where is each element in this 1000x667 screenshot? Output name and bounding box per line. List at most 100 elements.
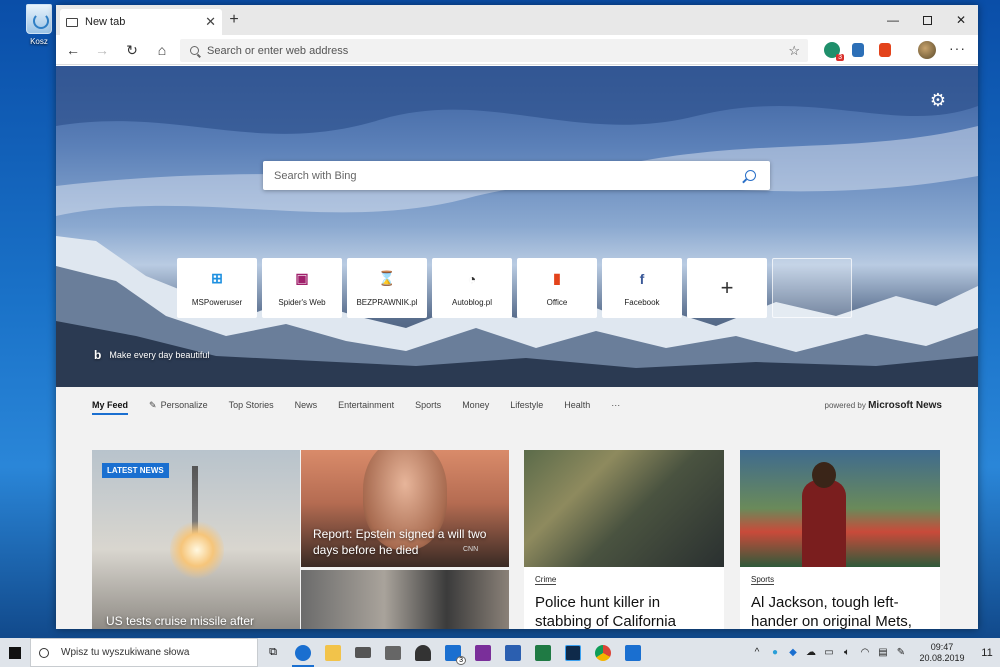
address-search-icon <box>190 46 199 55</box>
card-category[interactable]: Crime <box>535 575 557 585</box>
tab-entertainment[interactable]: Entertainment <box>338 400 394 410</box>
tab-news[interactable]: News <box>295 400 318 410</box>
taskbar-search-placeholder: Wpisz tu wyszukiwane słowa <box>61 647 190 658</box>
close-window-button[interactable]: ✕ <box>944 5 978 35</box>
minimize-button[interactable]: — <box>876 5 910 35</box>
card-title: Police hunt killer in stabbing of Califo… <box>535 594 676 629</box>
news-card-jackson[interactable]: Sports Al Jackson, tough left-hander on … <box>740 450 940 629</box>
tab-lifestyle[interactable]: Lifestyle <box>510 400 543 410</box>
tab-health[interactable]: Health <box>564 400 590 410</box>
maximize-button[interactable] <box>910 5 944 35</box>
chrome-icon[interactable] <box>588 638 618 667</box>
system-tray: ^ ● ◆ ☁ ▭ 🔈︎ ◠ ▤ ✎ 09:47 20.08.2019 11 <box>748 638 1000 667</box>
recycle-bin-icon[interactable]: Kosz <box>22 4 56 46</box>
pen-tray-icon[interactable]: ✎ <box>892 647 910 658</box>
grammarly-extension-icon[interactable]: 3 <box>824 42 844 61</box>
latest-news-badge: LATEST NEWS <box>102 463 169 478</box>
calendar-icon[interactable] <box>378 638 408 667</box>
new-tab-favicon-icon <box>66 17 78 27</box>
volume-tray-icon[interactable]: 🔈︎ <box>838 647 856 658</box>
calendar-grid-icon <box>385 645 401 660</box>
maximize-icon <box>922 15 932 25</box>
powered-by: powered by Microsoft News <box>825 400 943 411</box>
news-card-crowd-photo[interactable] <box>301 570 509 629</box>
store-extension-icon[interactable] <box>852 43 864 57</box>
tab-my-feed[interactable]: My Feed <box>92 400 129 415</box>
tile-office[interactable]: ▮ Office <box>517 258 597 318</box>
taskbar-clock[interactable]: 09:47 20.08.2019 <box>910 642 974 664</box>
taskbar-search-icon <box>39 647 49 658</box>
tile-mspoweruser[interactable]: ⊞ MSPoweruser <box>177 258 257 318</box>
tab-strip: New tab ✕ + — ✕ <box>56 5 978 35</box>
reload-icon[interactable]: ↻ <box>121 40 143 60</box>
profile-avatar[interactable] <box>918 41 936 59</box>
mountain-background <box>56 66 978 387</box>
tab-title: New tab <box>85 16 126 28</box>
news-card-missile[interactable]: LATEST NEWS US tests cruise missile afte… <box>92 450 300 629</box>
page-settings-gear-icon[interactable]: ⚙ <box>930 90 946 111</box>
mail-icon[interactable] <box>348 638 378 667</box>
powered-by-text: powered by <box>824 400 866 410</box>
tile-facebook[interactable]: f Facebook <box>602 258 682 318</box>
notification-count: 11 <box>981 646 993 659</box>
outlook-taskbar-icon[interactable]: 3 <box>438 638 468 667</box>
news-card-epstein[interactable]: Report: Epstein signed a will two days b… <box>301 450 509 567</box>
photoshop-icon[interactable] <box>558 638 588 667</box>
card-source: CNN <box>463 546 479 553</box>
action-center-icon[interactable]: 11 <box>974 647 1000 659</box>
tab-personalize[interactable]: ✎ Personalize <box>149 400 208 411</box>
language-tray-icon[interactable]: ▤ <box>874 647 892 658</box>
home-icon[interactable]: ⌂ <box>151 40 173 60</box>
more-tabs-icon[interactable]: ··· <box>611 400 620 410</box>
network-tray-icon[interactable]: ▭ <box>820 647 838 658</box>
mail-badge: 3 <box>456 656 466 665</box>
jackson-body-shape <box>802 480 846 567</box>
tile-spiders-web[interactable]: ▣ Spider's Web <box>262 258 342 318</box>
card-category[interactable]: Sports <box>751 575 775 585</box>
add-site-plus-icon[interactable]: + <box>687 258 767 318</box>
bezprawnik-icon: ⌛ <box>378 270 396 286</box>
tile-label: Office <box>546 297 568 307</box>
recycle-bin-label: Kosz <box>30 37 48 46</box>
address-field[interactable]: Search or enter web address ☆ <box>180 39 808 62</box>
tab-new-tab[interactable]: New tab ✕ <box>60 9 222 35</box>
onedrive-tray-icon[interactable]: ☁ <box>802 647 820 658</box>
tile-bezprawnik[interactable]: ⌛ BEZPRAWNIK.pl <box>347 258 427 318</box>
new-tab-plus-icon[interactable]: + <box>224 11 244 29</box>
people-icon[interactable] <box>408 638 438 667</box>
office-extension-icon[interactable] <box>879 43 891 57</box>
settings-more-icon[interactable]: ··· <box>949 40 966 56</box>
taskbar-search-input[interactable]: Wpisz tu wyszukiwane słowa <box>30 638 258 667</box>
news-card-police[interactable]: Crime Police hunt killer in stabbing of … <box>524 450 724 629</box>
telegram-tray-icon[interactable]: ● <box>766 647 784 658</box>
bing-logo-icon: b <box>94 348 102 362</box>
excel-logo-icon <box>535 644 551 661</box>
tile-autoblog[interactable]: ◔ Autoblog.pl <box>432 258 512 318</box>
edge-taskbar-icon[interactable] <box>288 638 318 667</box>
forward-arrow-icon[interactable]: → <box>91 40 113 60</box>
store-app-icon[interactable] <box>618 638 648 667</box>
show-hidden-icons-chevron-icon[interactable]: ^ <box>748 647 766 658</box>
envelope-icon <box>355 647 371 658</box>
empty-tile-slot[interactable] <box>772 258 852 318</box>
back-arrow-icon[interactable]: ← <box>62 40 84 60</box>
tab-money[interactable]: Money <box>462 400 489 410</box>
tab-close-icon[interactable]: ✕ <box>205 14 216 30</box>
tab-sports[interactable]: Sports <box>415 400 441 410</box>
file-explorer-icon[interactable] <box>318 638 348 667</box>
bing-tagline[interactable]: b Make every day beautiful <box>94 348 209 362</box>
favorite-star-icon[interactable]: ☆ <box>788 43 800 59</box>
autoblog-icon: ◔ <box>467 270 477 287</box>
excel-icon[interactable] <box>528 638 558 667</box>
microsoft-news-logo[interactable]: Microsoft News <box>868 400 942 411</box>
word-icon[interactable] <box>498 638 528 667</box>
start-button[interactable] <box>0 638 30 667</box>
bing-search-input[interactable]: Search with Bing <box>263 161 770 190</box>
wifi-tray-icon[interactable]: ◠ <box>856 647 874 658</box>
bing-search-icon[interactable] <box>745 170 756 181</box>
task-view-icon[interactable]: ⧉ <box>258 638 288 667</box>
card-title: US tests cruise missile after <box>106 614 255 628</box>
tab-top-stories[interactable]: Top Stories <box>229 400 274 410</box>
dropbox-tray-icon[interactable]: ◆ <box>784 647 802 658</box>
onenote-icon[interactable] <box>468 638 498 667</box>
